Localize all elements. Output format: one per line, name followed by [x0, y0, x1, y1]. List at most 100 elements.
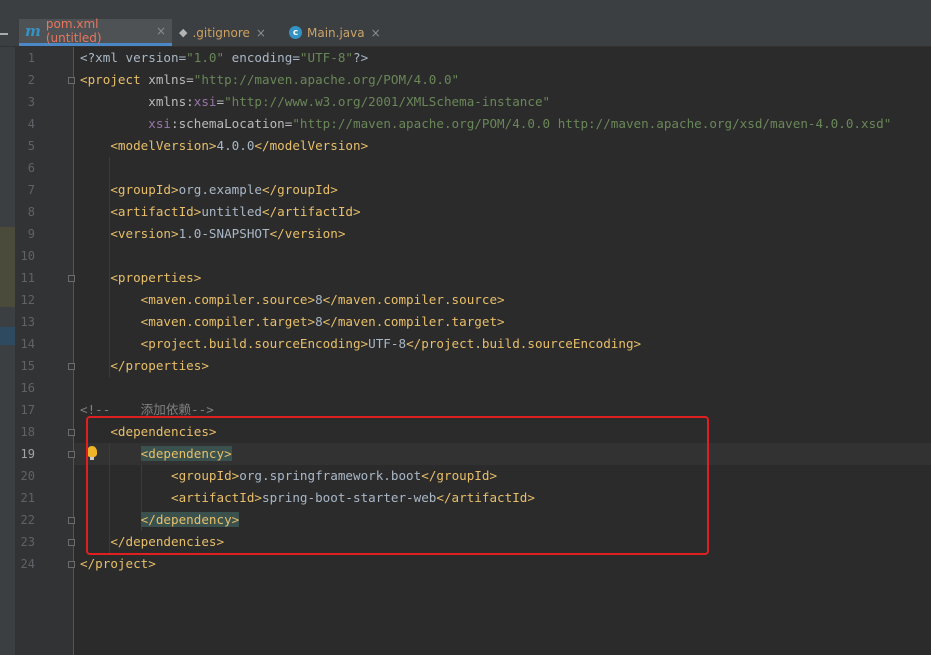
namespace: xsi	[193, 94, 217, 109]
tag: </project.build.sourceEncoding>	[406, 336, 642, 351]
code-line-24[interactable]: </project>	[80, 553, 156, 575]
code-line-5[interactable]: <modelVersion>4.0.0</modelVersion>	[80, 135, 368, 157]
close-icon[interactable]: ×	[256, 26, 266, 40]
attribute: xmlns=	[140, 72, 194, 87]
text: UTF-8	[368, 336, 407, 351]
close-icon[interactable]: ×	[371, 26, 381, 40]
attribute: =	[216, 94, 225, 109]
tab-gitignore[interactable]: ◆ .gitignore ×	[173, 19, 283, 46]
line-number: 13	[20, 315, 35, 329]
tag: </properties>	[110, 358, 209, 373]
selected-item-edge	[0, 327, 15, 345]
code-line-3[interactable]: xmlns:xsi="http://www.w3.org/2001/XMLSch…	[80, 91, 550, 113]
text: 1.0-SNAPSHOT	[178, 226, 270, 241]
code-line-2[interactable]: <project xmlns="http://maven.apache.org/…	[80, 69, 459, 91]
code-line-14[interactable]: <project.build.sourceEncoding>UTF-8</pro…	[80, 333, 641, 355]
code-line-7[interactable]: <groupId>org.example</groupId>	[80, 179, 338, 201]
line-number-current: 19	[20, 447, 35, 461]
tag: </maven.compiler.target>	[322, 314, 505, 329]
fold-toggle-icon[interactable]	[68, 429, 75, 436]
line-number: 11	[20, 271, 35, 285]
line-number: 9	[27, 227, 35, 241]
java-class-icon: c	[289, 26, 302, 39]
text: 4.0.0	[216, 138, 255, 153]
editor-tab-bar: m pom.xml (untitled) × ◆ .gitignore × c …	[0, 0, 931, 47]
line-number: 17	[20, 403, 35, 417]
line-number: 4	[27, 117, 35, 131]
line-number: 2	[27, 73, 35, 87]
tag: </maven.compiler.source>	[322, 292, 505, 307]
attribute: xmlns:	[148, 94, 194, 109]
line-number: 7	[27, 183, 35, 197]
tag: </groupId>	[262, 182, 338, 197]
string: "1.0"	[186, 50, 225, 65]
fold-toggle-icon[interactable]	[68, 539, 75, 546]
close-icon[interactable]: ×	[156, 24, 166, 38]
tag: <project.build.sourceEncoding>	[140, 336, 369, 351]
line-number: 14	[20, 337, 35, 351]
tab-label: pom.xml (untitled)	[45, 17, 102, 45]
tag: <maven.compiler.source>	[140, 292, 316, 307]
tag: <properties>	[110, 270, 202, 285]
code-line-15[interactable]: </properties>	[80, 355, 209, 377]
fold-toggle-icon[interactable]	[68, 363, 75, 370]
code-line-11[interactable]: <properties>	[80, 267, 201, 289]
line-number: 23	[20, 535, 35, 549]
comment: <!-- 添加依赖-->	[80, 402, 214, 417]
attribute: :schemaLocation=	[171, 116, 293, 131]
code-line-9[interactable]: <version>1.0-SNAPSHOT</version>	[80, 223, 345, 245]
line-number: 16	[20, 381, 35, 395]
string: "UTF-8"	[299, 50, 353, 65]
highlight-annotation-box	[86, 416, 709, 555]
fold-toggle-icon[interactable]	[68, 275, 75, 282]
code-line-1[interactable]: <?xml version="1.0" encoding="UTF-8"?>	[80, 47, 368, 69]
line-number: 21	[20, 491, 35, 505]
code-line-4[interactable]: xsi:schemaLocation="http://maven.apache.…	[80, 113, 891, 135]
text: 8	[315, 314, 323, 329]
xml-decl: encoding=	[224, 50, 300, 65]
code-line-12[interactable]: <maven.compiler.source>8</maven.compiler…	[80, 289, 505, 311]
tag: </artifactId>	[262, 204, 361, 219]
string: "http://maven.apache.org/POM/4.0.0 http:…	[292, 116, 892, 131]
line-number: 20	[20, 469, 35, 483]
tag: <artifactId>	[110, 204, 202, 219]
tag: <modelVersion>	[110, 138, 217, 153]
tag: <maven.compiler.target>	[140, 314, 316, 329]
line-number: 22	[20, 513, 35, 527]
string: "http://maven.apache.org/POM/4.0.0"	[193, 72, 460, 87]
tab-main-java[interactable]: c Main.java ×	[283, 19, 393, 46]
code-line-13[interactable]: <maven.compiler.target>8</maven.compiler…	[80, 311, 505, 333]
line-number: 15	[20, 359, 35, 373]
tab-label: Main.java	[307, 25, 365, 40]
git-file-icon: ◆	[179, 26, 188, 39]
fold-toggle-icon[interactable]	[68, 517, 75, 524]
tag: </project>	[80, 556, 156, 571]
tag: </modelVersion>	[254, 138, 369, 153]
fold-toggle-icon[interactable]	[68, 77, 75, 84]
tag: <version>	[110, 226, 179, 241]
line-number: 3	[27, 95, 35, 109]
string: "http://www.w3.org/2001/XMLSchema-instan…	[224, 94, 551, 109]
xml-decl: ?>	[352, 50, 369, 65]
line-number: 24	[20, 557, 35, 571]
tag: <project	[80, 72, 141, 87]
line-number: 6	[27, 161, 35, 175]
tab-pom-xml[interactable]: m pom.xml (untitled) ×	[19, 17, 172, 46]
code-line-8[interactable]: <artifactId>untitled</artifactId>	[80, 201, 361, 223]
xml-decl: <?xml version=	[80, 50, 187, 65]
line-number: 5	[27, 139, 35, 153]
text: 8	[315, 292, 323, 307]
namespace: xsi	[148, 116, 171, 131]
collapse-dash-icon[interactable]	[0, 33, 8, 35]
line-number: 8	[27, 205, 35, 219]
fold-toggle-icon[interactable]	[68, 561, 75, 568]
left-tool-strip	[0, 33, 15, 655]
tag: </version>	[269, 226, 346, 241]
line-number: 10	[20, 249, 35, 263]
line-number: 1	[27, 51, 35, 65]
fold-toggle-icon[interactable]	[68, 451, 75, 458]
maven-file-icon: m	[25, 22, 41, 40]
project-panel-edge	[0, 227, 15, 307]
tag: <groupId>	[110, 182, 179, 197]
line-number: 18	[20, 425, 35, 439]
